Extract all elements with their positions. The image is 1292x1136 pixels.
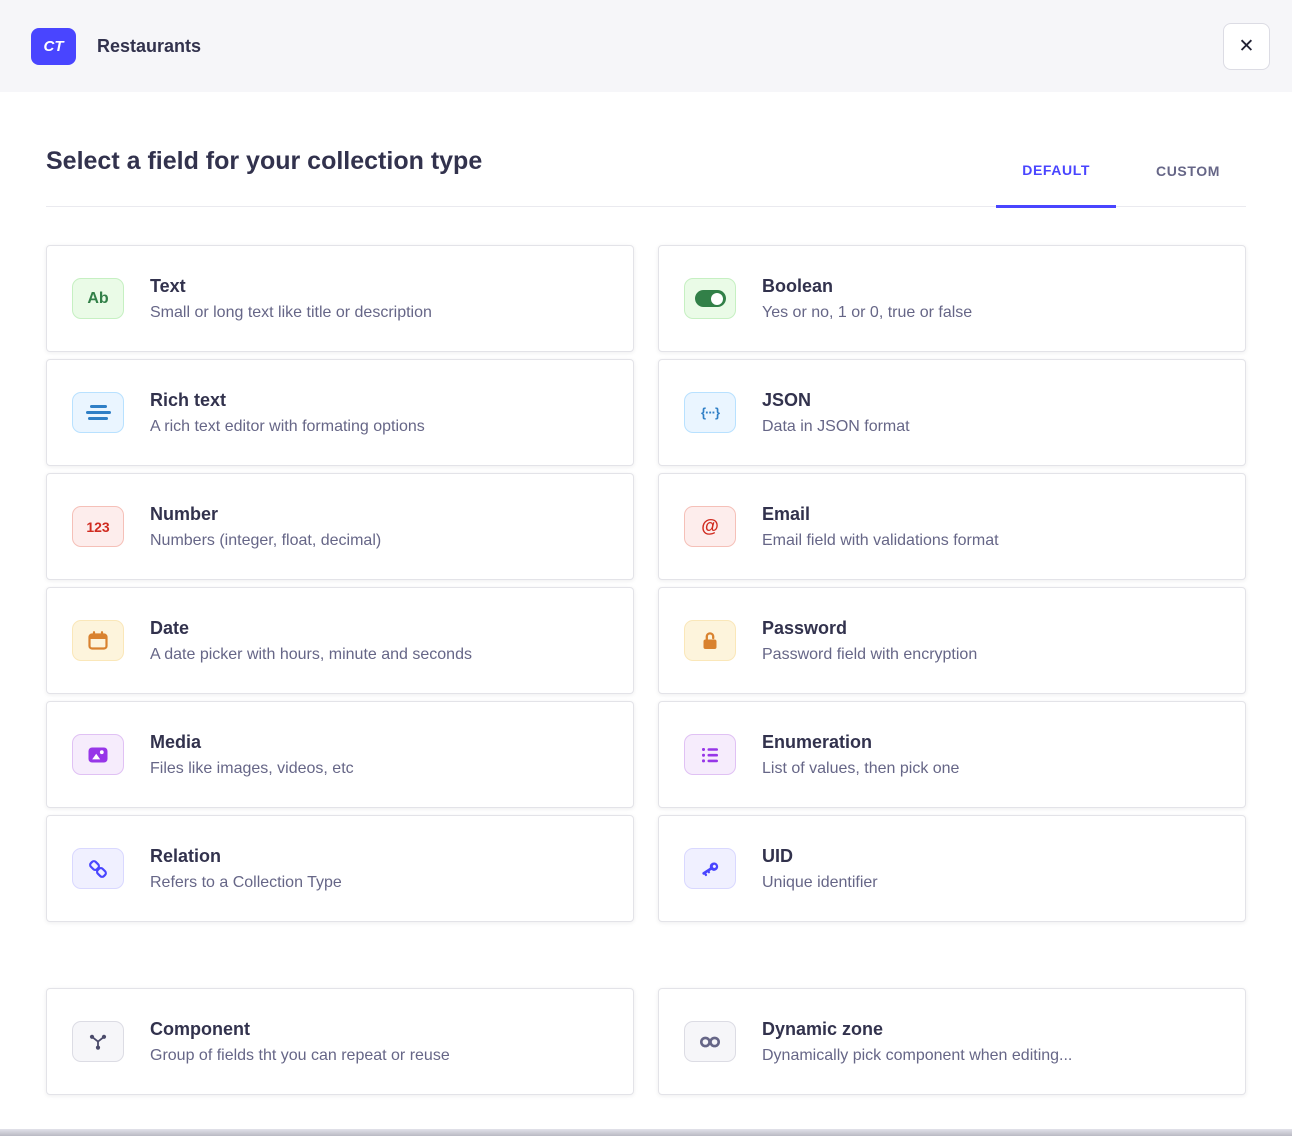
field-title: Boolean [762,276,972,297]
field-title: UID [762,846,878,867]
calendar-icon-svg [86,629,110,653]
field-title: Date [150,618,472,639]
field-description: Files like images, videos, etc [150,760,354,778]
field-card-number[interactable]: 123 Number Numbers (integer, float, deci… [46,473,634,580]
tab-default[interactable]: DEFAULT [996,146,1116,208]
tab-default-label: DEFAULT [1022,162,1090,178]
field-card-boolean[interactable]: Boolean Yes or no, 1 or 0, true or false [658,245,1246,352]
field-description: Yes or no, 1 or 0, true or false [762,304,972,322]
field-card-enumeration[interactable]: Enumeration List of values, then pick on… [658,701,1246,808]
number-123-glyph: 123 [86,519,109,535]
field-description: Refers to a Collection Type [150,874,342,892]
key-icon [684,848,736,889]
field-title: Component [150,1019,450,1040]
field-description: List of values, then pick one [762,760,959,778]
field-title: Email [762,504,999,525]
infinity-icon [684,1021,736,1062]
field-title: Media [150,732,354,753]
field-description: A date picker with hours, minute and sec… [150,646,472,664]
email-at-glyph: @ [701,516,719,537]
field-description: Email field with validations format [762,532,999,550]
field-description: Small or long text like title or descrip… [150,304,432,322]
field-title: Number [150,504,381,525]
modal-body: Select a field for your collection type … [0,146,1292,1095]
infinity-icon-svg [696,1030,724,1054]
rich-text-lines-icon [72,392,124,433]
lock-icon-svg [698,629,722,653]
field-description: Numbers (integer, float, decimal) [150,532,381,550]
page-title: Select a field for your collection type [46,146,482,176]
text-ab-glyph: Ab [87,290,108,308]
field-grid-main: Ab Text Small or long text like title or… [46,245,1246,922]
boolean-toggle-icon [684,278,736,319]
modal-title: Restaurants [97,36,1223,57]
json-braces-icon: {···} [684,392,736,433]
field-title: Password [762,618,977,639]
field-title: Dynamic zone [762,1019,1072,1040]
tab-bar: DEFAULT CUSTOM [996,146,1246,206]
field-card-relation[interactable]: Relation Refers to a Collection Type [46,815,634,922]
calendar-icon [72,620,124,661]
field-card-email[interactable]: @ Email Email field with validations for… [658,473,1246,580]
field-description: Password field with encryption [762,646,977,664]
field-card-text[interactable]: Ab Text Small or long text like title or… [46,245,634,352]
field-description: Group of fields tht you can repeat or re… [150,1047,450,1065]
tab-custom[interactable]: CUSTOM [1130,146,1246,206]
bullet-list-icon-svg [698,743,722,767]
lock-icon [684,620,736,661]
email-at-icon: @ [684,506,736,547]
field-description: Unique identifier [762,874,878,892]
modal-header: CT Restaurants ✕ [0,0,1292,92]
field-description: A rich text editor with formating option… [150,418,425,436]
field-card-uid[interactable]: UID Unique identifier [658,815,1246,922]
number-123-icon: 123 [72,506,124,547]
field-card-rich-text[interactable]: Rich text A rich text editor with format… [46,359,634,466]
field-title: Rich text [150,390,425,411]
heading-row: Select a field for your collection type … [46,146,1246,207]
footer-edge [0,1129,1292,1136]
branch-nodes-icon [72,1021,124,1062]
field-title: Enumeration [762,732,959,753]
field-title: JSON [762,390,910,411]
field-card-json[interactable]: {···} JSON Data in JSON format [658,359,1246,466]
close-icon: ✕ [1239,35,1255,58]
key-icon-svg [698,857,722,881]
field-description: Data in JSON format [762,418,910,436]
field-grid-extra: Component Group of fields tht you can re… [46,988,1246,1095]
tab-custom-label: CUSTOM [1156,163,1220,179]
field-card-media[interactable]: Media Files like images, videos, etc [46,701,634,808]
text-ab-icon: Ab [72,278,124,319]
field-title: Text [150,276,432,297]
close-button[interactable]: ✕ [1223,23,1270,70]
toggle-glyph [695,290,726,307]
text-lines-glyph [86,405,111,421]
bullet-list-icon [684,734,736,775]
field-card-date[interactable]: Date A date picker with hours, minute an… [46,587,634,694]
field-card-dynamic-zone[interactable]: Dynamic zone Dynamically pick component … [658,988,1246,1095]
json-braces-glyph: {···} [701,405,719,420]
picture-icon [72,734,124,775]
chain-link-icon [72,848,124,889]
field-card-component[interactable]: Component Group of fields tht you can re… [46,988,634,1095]
collection-type-badge-label: CT [44,38,64,55]
chain-link-icon-svg [86,857,110,881]
field-title: Relation [150,846,342,867]
field-card-password[interactable]: Password Password field with encryption [658,587,1246,694]
branch-nodes-icon-svg [86,1030,110,1054]
field-description: Dynamically pick component when editing.… [762,1047,1072,1065]
picture-icon-svg [86,743,110,767]
collection-type-badge: CT [31,28,76,65]
